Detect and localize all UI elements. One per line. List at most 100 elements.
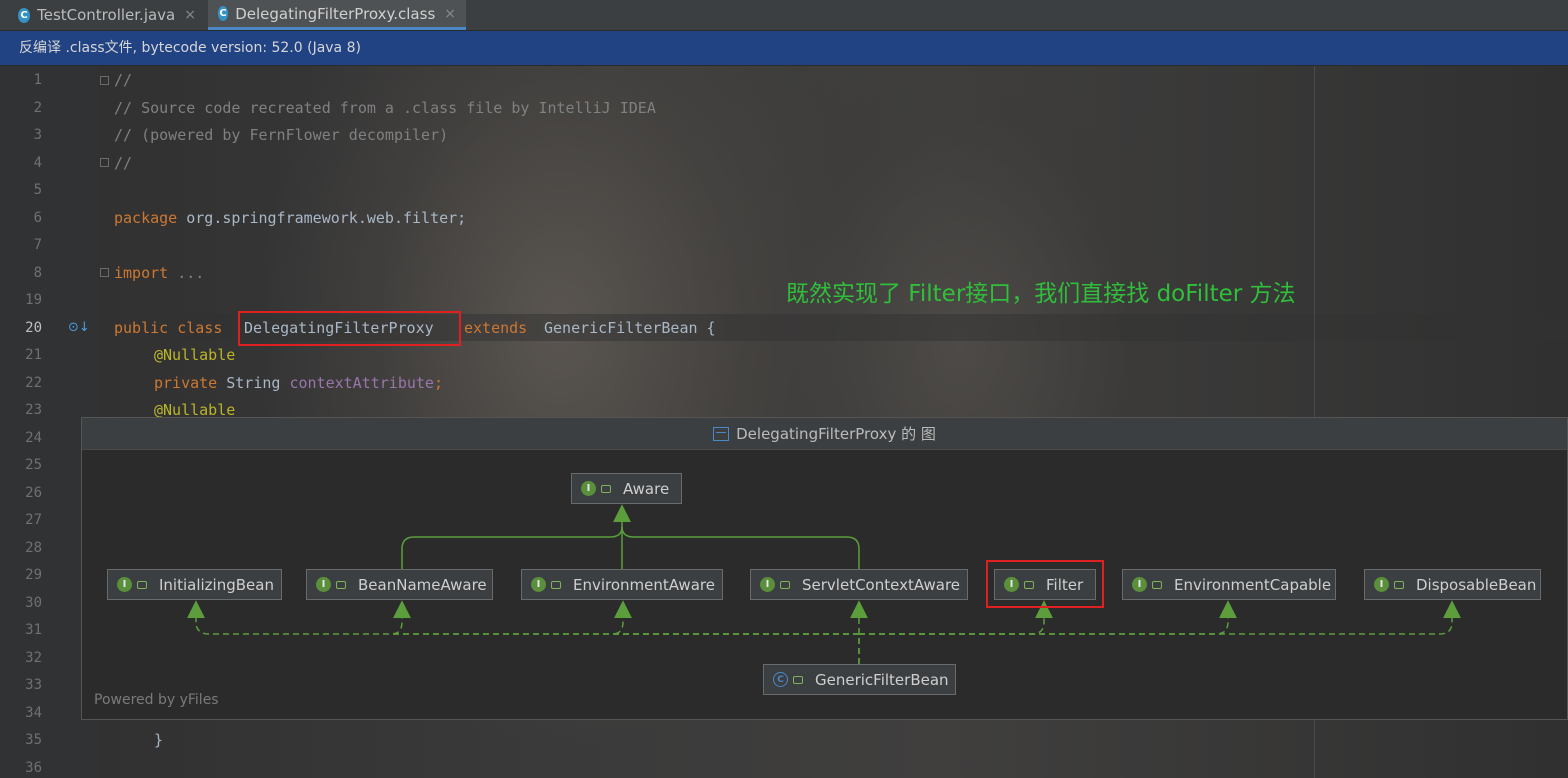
keyword: private <box>154 374 218 392</box>
code-import-line[interactable]: import ... <box>114 264 204 282</box>
line-number: 22 <box>25 375 42 391</box>
keyword: package <box>114 209 178 227</box>
node-label: InitializingBean <box>159 575 274 594</box>
tab-test-controller[interactable]: C TestController.java × <box>8 0 206 30</box>
lock-open-icon <box>1394 580 1404 589</box>
line-number: 3 <box>33 127 42 143</box>
decompiled-notice-banner: 反编译 .class文件, bytecode version: 52.0 (Ja… <box>0 31 1568 65</box>
line-number: 28 <box>25 540 42 556</box>
package-name: org.springframework.web.filter; <box>177 209 467 227</box>
line-number: 31 <box>25 622 42 638</box>
interface-icon: I <box>581 481 596 496</box>
line-number: 21 <box>25 347 42 363</box>
line-number: 36 <box>25 760 42 776</box>
collapsed-imports[interactable]: ... <box>168 264 204 282</box>
line-number: 19 <box>25 292 42 308</box>
line-number: 34 <box>25 705 42 721</box>
annotation: @Nullable <box>154 346 236 364</box>
lock-open-icon <box>793 675 803 684</box>
line-number: 27 <box>25 512 42 528</box>
line-number: 35 <box>25 732 42 748</box>
line-number: 25 <box>25 457 42 473</box>
superclass-name[interactable]: GenericFilterBean { <box>544 319 716 337</box>
tab-delegating-filter-proxy[interactable]: C DelegatingFilterProxy.class × <box>208 0 466 30</box>
editor-tab-bar: C TestController.java × C DelegatingFilt… <box>0 0 1568 31</box>
node-disposable-bean[interactable]: I DisposableBean <box>1364 569 1541 600</box>
fold-toggle-icon[interactable] <box>100 76 109 85</box>
field-name: contextAttribute <box>289 374 434 392</box>
line-number: 26 <box>25 485 42 501</box>
line-number: 5 <box>33 182 42 198</box>
lock-open-icon <box>780 580 790 589</box>
line-number: 29 <box>25 567 42 583</box>
line-number-current: 20 <box>25 320 42 336</box>
implements-edge <box>390 600 859 635</box>
fold-toggle-icon[interactable] <box>100 268 109 277</box>
powered-by-label: Powered by yFiles <box>94 692 219 708</box>
line-number: 1 <box>33 72 42 88</box>
keyword: import <box>114 264 169 282</box>
line-number: 4 <box>33 155 42 171</box>
java-class-icon: C <box>218 6 229 21</box>
interface-icon: I <box>531 577 546 592</box>
extends-edge <box>401 504 631 569</box>
lock-open-icon <box>601 484 611 493</box>
node-servlet-context-aware[interactable]: I ServletContextAware <box>750 569 968 600</box>
lock-open-icon <box>551 580 561 589</box>
interface-icon: I <box>1374 577 1389 592</box>
node-generic-filter-bean[interactable]: C GenericFilterBean <box>763 664 956 695</box>
semicolon: ; <box>433 374 443 392</box>
implemented-method-icon[interactable]: ⊙↓ <box>68 320 90 335</box>
node-label: BeanNameAware <box>358 575 487 594</box>
line-number: 30 <box>25 595 42 611</box>
code-comment: // (powered by FernFlower decompiler) <box>114 126 449 144</box>
line-number: 8 <box>33 265 42 281</box>
node-initializing-bean[interactable]: I InitializingBean <box>107 569 282 600</box>
code-comment: // <box>114 154 133 172</box>
line-number: 23 <box>25 402 42 418</box>
field-declaration: private String contextAttribute; <box>154 374 443 392</box>
line-number: 33 <box>25 677 42 693</box>
type-name: String <box>217 374 290 392</box>
annotation-note: 既然实现了 Filter接口，我们直接找 doFilter 方法 <box>786 281 1296 307</box>
lock-open-icon <box>137 580 147 589</box>
abstract-class-icon: C <box>773 672 788 687</box>
keyword-public-class: public class <box>114 319 223 337</box>
node-label: GenericFilterBean <box>815 670 949 689</box>
close-icon[interactable]: × <box>184 7 196 23</box>
node-environment-aware[interactable]: I EnvironmentAware <box>521 569 723 600</box>
node-label: EnvironmentAware <box>573 575 715 594</box>
keyword-extends: extends <box>464 319 528 337</box>
node-environment-capable[interactable]: I EnvironmentCapable <box>1122 569 1336 600</box>
diagram-popup[interactable]: DelegatingFilterProxy 的 图 I Aware I Init <box>81 417 1568 720</box>
line-number: 6 <box>33 210 42 226</box>
line-number: 32 <box>25 650 42 666</box>
interface-icon: I <box>760 577 775 592</box>
extends-edge <box>621 526 860 569</box>
filter-highlight-box <box>986 560 1104 608</box>
node-label: Aware <box>623 479 670 498</box>
node-bean-name-aware[interactable]: I BeanNameAware <box>306 569 493 600</box>
line-number: 2 <box>33 100 42 116</box>
tab-label: DelegatingFilterProxy.class <box>235 4 436 23</box>
close-icon[interactable]: × <box>444 6 456 22</box>
node-aware[interactable]: I Aware <box>571 473 682 504</box>
lock-open-icon <box>1152 580 1162 589</box>
node-label: EnvironmentCapable <box>1174 575 1332 594</box>
node-label: ServletContextAware <box>802 575 961 594</box>
fold-toggle-icon[interactable] <box>100 158 109 167</box>
implements-edge <box>859 600 1461 635</box>
java-class-icon: C <box>18 7 31 23</box>
class-name-highlight-box <box>238 311 461 346</box>
interface-icon: I <box>1132 577 1147 592</box>
closing-brace: } <box>154 731 164 749</box>
line-number: 24 <box>25 430 42 446</box>
node-label: DisposableBean <box>1416 575 1537 594</box>
interface-icon: I <box>316 577 331 592</box>
implements-edge <box>187 600 860 664</box>
interface-icon: I <box>117 577 132 592</box>
code-comment: // <box>114 71 133 89</box>
implements-edge <box>611 600 859 635</box>
lock-open-icon <box>336 580 346 589</box>
line-number: 7 <box>33 237 42 253</box>
